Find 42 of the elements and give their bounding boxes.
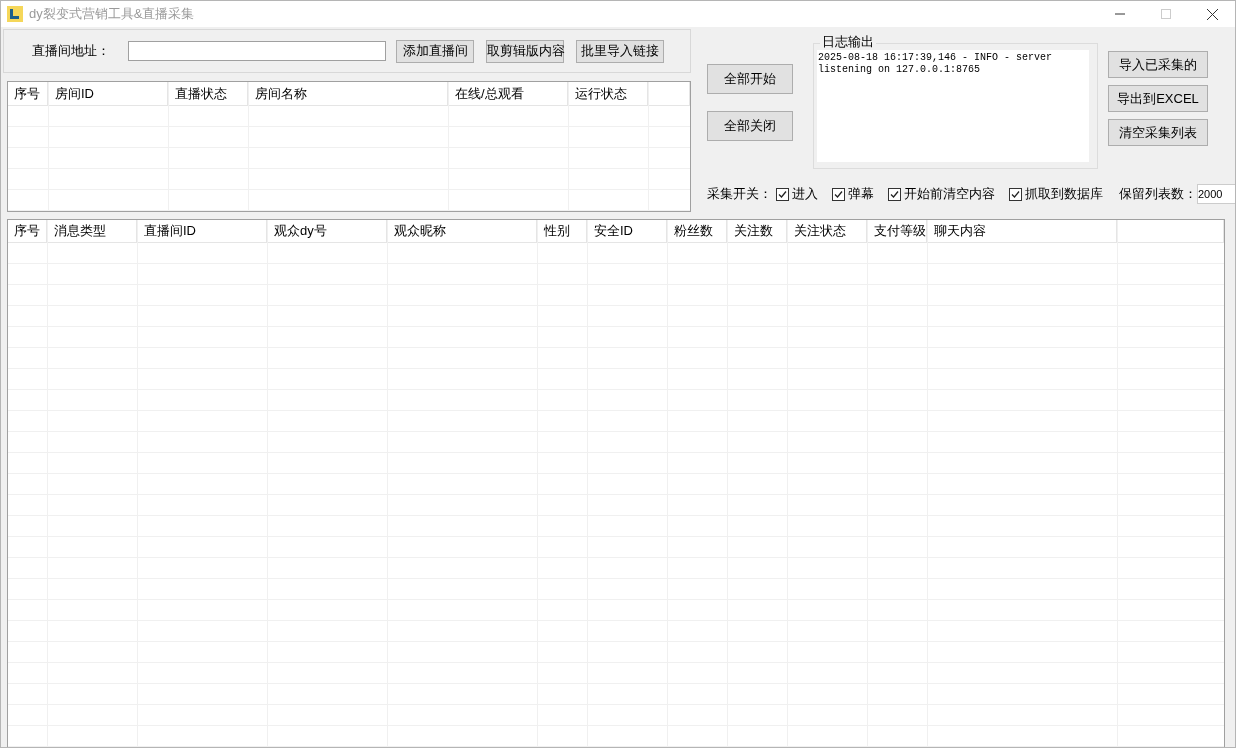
address-field[interactable] bbox=[128, 41, 386, 61]
column-header[interactable]: 运行状态 bbox=[569, 83, 633, 104]
action-button[interactable]: 导出到EXCEL bbox=[1108, 85, 1208, 112]
column-header[interactable]: 房间ID bbox=[49, 83, 100, 104]
log-output: 2025-08-18 16:17:39,146 - INFO - server listening on 127.0.0.1:8765 bbox=[817, 50, 1089, 162]
checkbox-label[interactable]: 弹幕 bbox=[848, 184, 874, 204]
column-header[interactable]: 安全ID bbox=[588, 221, 639, 241]
column-header[interactable]: 房间名称 bbox=[249, 83, 313, 104]
action-button[interactable]: 批里导入链接 bbox=[576, 39, 664, 63]
window-title: dy裂变式营销工具&直播采集 bbox=[29, 5, 195, 24]
column-header[interactable]: 直播状态 bbox=[169, 83, 233, 104]
column-header[interactable]: 关注数 bbox=[728, 221, 779, 241]
app-icon bbox=[7, 6, 23, 22]
column-header[interactable]: 消息类型 bbox=[48, 221, 112, 241]
keep-count-label: 保留列表数： bbox=[1119, 185, 1197, 204]
column-header[interactable]: 直播间ID bbox=[138, 221, 202, 241]
checkbox-label[interactable]: 进入 bbox=[792, 184, 818, 204]
column-header[interactable]: 性别 bbox=[538, 221, 576, 241]
close-icon[interactable] bbox=[1207, 8, 1218, 20]
checkbox[interactable] bbox=[832, 187, 845, 201]
action-button[interactable]: 全部关闭 bbox=[707, 111, 793, 141]
checkbox[interactable] bbox=[1009, 187, 1022, 201]
column-header[interactable]: 序号 bbox=[8, 221, 46, 241]
keep-count-field[interactable]: 2000 bbox=[1197, 184, 1235, 204]
checkbox-label[interactable]: 开始前清空内容 bbox=[904, 184, 995, 204]
switch-label: 采集开关： bbox=[707, 185, 772, 204]
action-button[interactable]: 取剪辑版内容 bbox=[486, 39, 564, 63]
column-header[interactable]: 关注状态 bbox=[788, 221, 852, 241]
column-header[interactable]: 在线/总观看 bbox=[449, 83, 530, 104]
column-header[interactable]: 观众dy号 bbox=[268, 221, 333, 241]
checkbox[interactable] bbox=[776, 187, 789, 201]
checkbox-label[interactable]: 抓取到数据库 bbox=[1025, 184, 1103, 204]
checkbox[interactable] bbox=[888, 187, 901, 201]
address-label: 直播间地址： bbox=[32, 42, 111, 61]
log-title: 日志输出 bbox=[820, 34, 876, 50]
action-button[interactable]: 添加直播间 bbox=[396, 39, 474, 63]
action-button[interactable]: 导入已采集的 bbox=[1108, 51, 1208, 78]
column-header[interactable]: 观众昵称 bbox=[388, 221, 452, 241]
action-button[interactable]: 全部开始 bbox=[707, 64, 793, 94]
column-header[interactable]: 粉丝数 bbox=[668, 221, 719, 241]
column-header[interactable]: 序号 bbox=[8, 83, 46, 104]
action-button[interactable]: 清空采集列表 bbox=[1108, 119, 1208, 146]
